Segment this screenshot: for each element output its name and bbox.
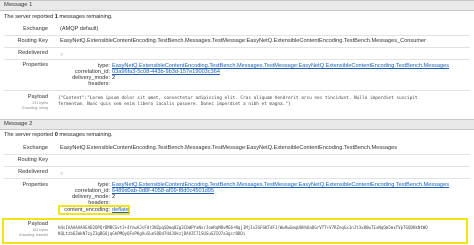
row-divider — [4, 90, 470, 91]
message-2-header[interactable]: Message 2 — [0, 119, 474, 130]
message-1-payload-label: Payload — [27, 94, 48, 100]
message-1-payload-line-1: {"Content":"Lorem ipsum dolor sit amet, … — [58, 96, 418, 101]
message-1-title: Message 1 — [4, 2, 33, 8]
row-divider — [4, 47, 470, 48]
row-divider — [4, 154, 470, 155]
message-2-property-content-encoding: content_encoding: deflate — [64, 207, 129, 213]
message-2-title: Message 2 — [4, 121, 33, 127]
message-2-exchange-label: Exchange — [23, 145, 48, 151]
message-2-payload-size: 181 bytes — [32, 228, 48, 232]
message-1-routing-label: Routing Key — [17, 38, 48, 44]
message-1-payload-size: 231 bytes — [32, 101, 48, 105]
message-1-payload-encoding: Encoding: string — [22, 106, 48, 110]
message-2-payload-line-2: KQLtzb6ZmkN7zyZ3gBG6jqGhPMQyQFoPKgVuSLmS… — [58, 231, 246, 236]
message-1-status: The server reported 1 messages remaining… — [4, 14, 113, 20]
message-2-redelivered-icon: ○ — [60, 171, 64, 177]
message-2-payload-line-1: H4sIAAAAAAAEAD2OPQrDMBCGvt3+4YnwAJsFdr3N… — [58, 225, 428, 230]
message-1-redelivered-icon: ○ — [60, 52, 64, 58]
row-divider — [4, 178, 470, 179]
message-1-redelivered-label: Redelivered — [18, 50, 48, 56]
message-2-routing-label: Routing Key — [17, 157, 48, 163]
message-2-status: The server reported 0 messages remaining… — [4, 132, 113, 138]
row-divider — [4, 35, 470, 36]
message-2-redelivered-label: Redelivered — [18, 169, 48, 175]
row-divider — [4, 166, 470, 167]
message-1-exchange-value: (AMQP default) — [60, 26, 99, 32]
message-2-payload-encoding: Encoding: base64 — [19, 233, 48, 237]
row-divider — [4, 59, 470, 60]
message-1-payload-line-2: fermentum. Nunc quis sem enim libero iac… — [58, 102, 291, 107]
message-1-routing-value: EasyNetQ.ExtensibleContentEncoding.TestB… — [60, 38, 426, 44]
message-2-exchange-value: EasyNetQ.ExtensibleContentEncoding.TestB… — [60, 145, 398, 151]
message-1-header[interactable]: Message 1 — [0, 0, 474, 11]
message-2-payload-label: Payload — [27, 221, 48, 227]
message-1-properties-label: Properties — [22, 62, 49, 68]
message-1-property-headers: headers: — [88, 81, 110, 87]
message-1-exchange-label: Exchange — [23, 26, 48, 32]
message-2-properties-label: Properties — [22, 182, 49, 188]
